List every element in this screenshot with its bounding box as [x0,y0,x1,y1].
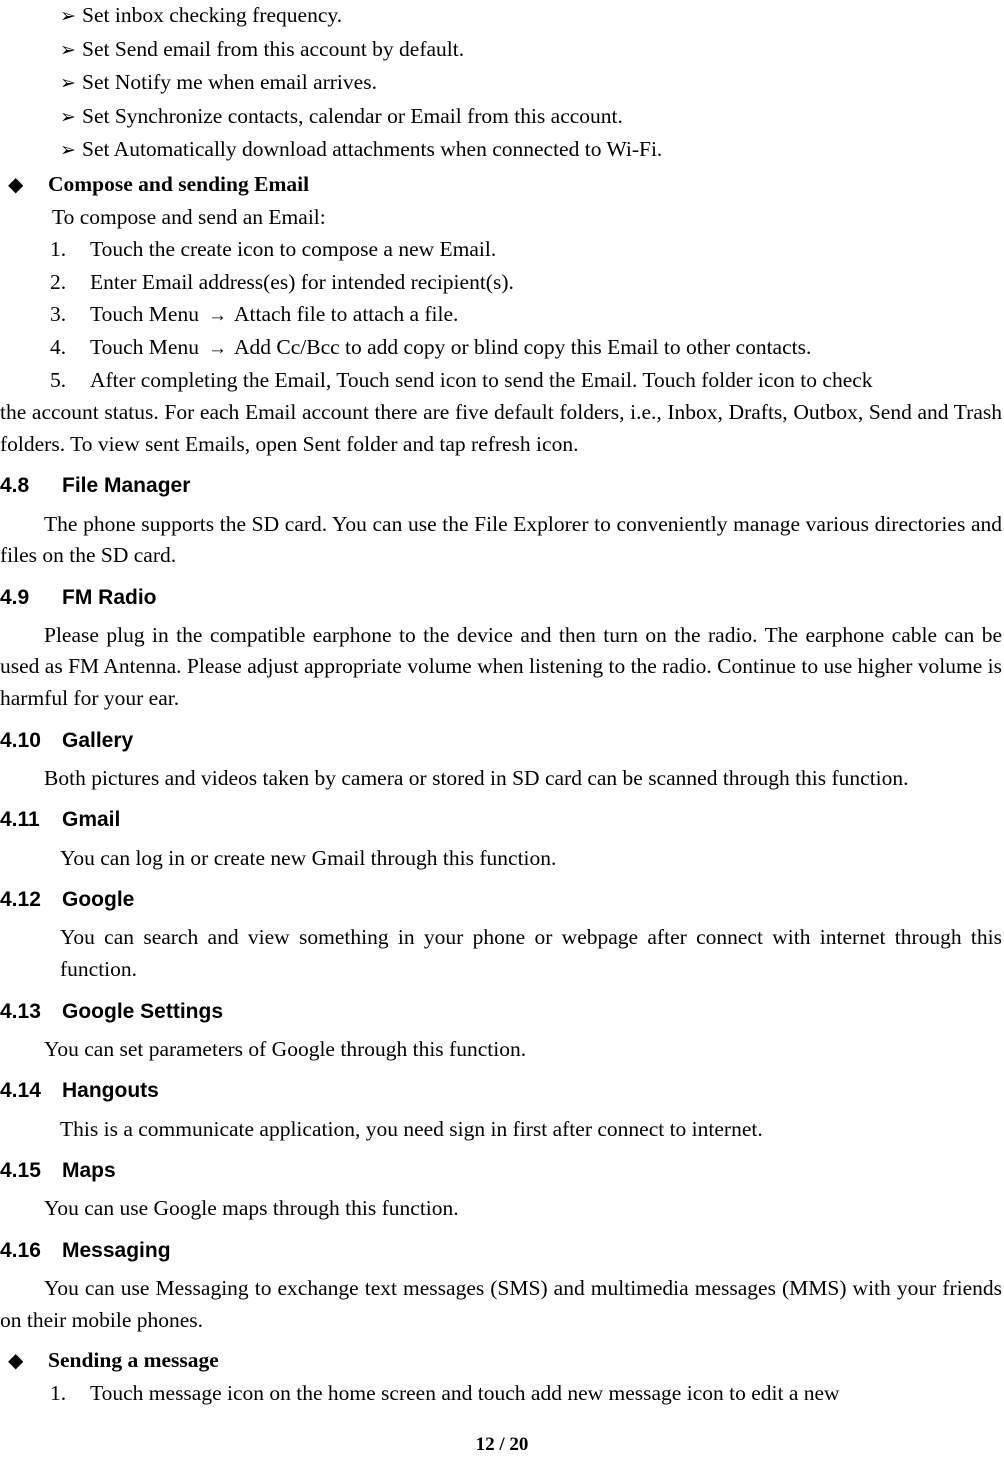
list-item: ➢ Set Notify me when email arrives. [0,67,1002,99]
section-body-4-16: You can use Messaging to exchange text m… [0,1276,1002,1332]
section-title: Gmail [62,808,121,832]
numbered-step: 5. After completing the Email, Touch sen… [0,365,1002,397]
section-title: Gallery [62,728,134,752]
list-item-label: Set Notify me when email arrives. [82,70,377,95]
arrowhead-bullet-icon: ➢ [60,106,76,128]
step-text: Touch Menu → Attach file to attach a file. [90,299,1002,331]
page-footer: 12 / 20 [475,1434,529,1456]
step-text: Touch the create icon to compose a new E… [90,237,497,262]
step-number: 5. [50,367,67,392]
right-arrow-icon: → [207,305,227,327]
section-body-4-10: Both pictures and videos taken by camera… [44,765,909,790]
section-heading-4-14: 4.14 Hangouts [0,1078,1002,1103]
section-number: 4.8 [0,474,30,498]
section-heading-4-11: 4.11 Gmail [0,807,1002,832]
list-item: ➢ Set Synchronize contacts, calendar or … [0,101,1002,133]
numbered-step: 1. Touch the create icon to compose a ne… [0,234,1002,266]
section-body-4-9: Please plug in the compatible earphone t… [0,622,1002,711]
arrowhead-bullet-icon: ➢ [60,73,76,95]
arrowhead-bullet-icon: ➢ [60,6,76,27]
section-title: File Manager [62,474,191,498]
arrowhead-bullet-icon: ➢ [60,39,76,61]
step-number: 4. [50,334,67,359]
section-title: FM Radio [62,585,157,609]
section-heading-4-12: 4.12 Google [0,887,1002,912]
list-item-label: Set inbox checking frequency. [82,3,343,27]
step-text-pre: Touch Menu [90,302,199,327]
step-text: Touch Menu → Add Cc/Bcc to add copy or bli… [90,332,1002,364]
section-title: Messaging [62,1238,171,1262]
step-number: 2. [50,269,67,294]
subsection-heading-sending-message: ◆ Sending a message [0,1345,1002,1377]
section-heading-4-9: 4.9 FM Radio [0,585,1002,610]
page-content: ➢ Set inbox checking frequency. ➢ Set Se… [0,0,1004,1410]
step-number: 3. [50,302,67,327]
list-item-label: Set Send email from this account by defa… [82,36,465,61]
numbered-step: 3. Touch Menu → Attach file to attach a fi… [0,299,1002,331]
subsection-heading-label: Compose and sending Email [48,171,310,196]
section-heading-4-8: 4.8 File Manager [0,473,1002,498]
section-body-4-12: You can search and view something in you… [60,925,1002,981]
section-heading-4-15: 4.15 Maps [0,1158,1002,1183]
section-number: 4.15 [0,1159,41,1183]
section-body-4-15: You can use Google maps through this fun… [44,1196,459,1221]
list-item: ➢ Set inbox checking frequency. [0,0,1002,32]
numbered-step: 1. Touch message icon on the home screen… [0,1378,1002,1410]
section-title: Maps [62,1159,116,1183]
step-text-pre: Touch Menu [90,334,199,359]
subsection-heading-label: Sending a message [48,1348,219,1373]
section-heading-4-16: 4.16 Messaging [0,1238,1002,1263]
numbered-step: 4. Touch Menu → Add Cc/Bcc to add copy or … [0,332,1002,364]
diamond-bullet-icon: ◆ [8,1350,24,1373]
section-body-4-13: You can set parameters of Google through… [44,1036,527,1061]
section-number: 4.11 [0,808,40,832]
diamond-bullet-icon: ◆ [8,173,24,196]
section-number: 4.12 [0,888,41,912]
compose-intro-text: To compose and send an Email: [52,204,326,229]
section-heading-4-13: 4.13 Google Settings [0,999,1002,1024]
right-arrow-icon: → [207,337,227,359]
list-item: ➢ Set Send email from this account by de… [0,34,1002,66]
arrowhead-bullet-icon: ➢ [60,140,76,162]
step-text-post: Add Cc/Bcc to add copy or blind copy thi… [233,334,812,359]
section-title: Hangouts [62,1079,159,1103]
list-item: ➢ Set Automatically download attachments… [0,134,1002,166]
step-text-post: Attach file to attach a file. [233,302,459,327]
step-continuation-text: the account status. For each Email accou… [0,400,1002,456]
step-text: Touch message icon on the home screen an… [90,1380,840,1405]
section-heading-4-10: 4.10 Gallery [0,728,1002,753]
section-body-4-14: This is a communicate application, you n… [60,1116,763,1141]
step-number: 1. [50,237,67,262]
section-number: 4.9 [0,585,30,609]
section-title: Google [62,888,135,912]
step-number: 1. [50,1380,67,1405]
section-body-4-11: You can log in or create new Gmail throu… [60,845,557,870]
numbered-step: 2. Enter Email address(es) for intended … [0,267,1002,299]
list-item-label: Set Synchronize contacts, calendar or Em… [82,103,623,128]
section-title: Google Settings [62,999,224,1023]
section-number: 4.14 [0,1079,41,1103]
section-number: 4.10 [0,728,41,752]
section-number: 4.16 [0,1238,41,1262]
section-number: 4.13 [0,999,41,1023]
step-text: After completing the Email, Touch send i… [90,367,873,392]
section-body-4-8: The phone supports the SD card. You can … [0,511,1002,568]
step-text: Enter Email address(es) for intended rec… [90,269,514,294]
list-item-label: Set Automatically download attachments w… [82,137,663,162]
subsection-heading-compose-email: ◆ Compose and sending Email [0,169,1002,201]
document-page: ➢ Set inbox checking frequency. ➢ Set Se… [0,0,1004,1467]
